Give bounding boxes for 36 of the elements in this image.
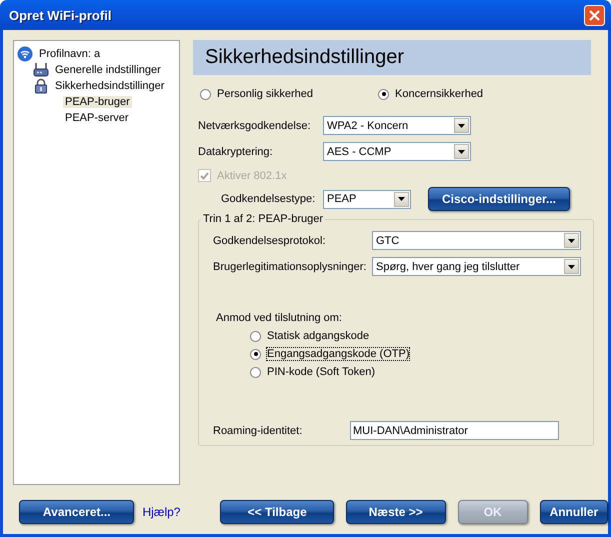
dropdown[interactable]: PEAP [323,190,411,208]
field-label: Godkendelsesprotokol: [213,234,327,246]
dialog-button[interactable]: Annuller [540,500,608,524]
dialog-button[interactable]: Næste >> [346,500,446,524]
dropdown[interactable]: Spørg, hver gang jeg tilslutter [372,257,581,276]
tree-item[interactable]: PEAP-server [63,112,131,124]
dropdown[interactable]: GTC [372,231,581,250]
tree-item[interactable]: Sikkerhedsindstillinger [53,80,166,92]
radio-option[interactable]: Engangsadgangskode (OTP) [250,348,583,360]
window-title: Opret WiFi-profil [9,8,112,22]
dropdown[interactable]: WPA2 - Koncern [323,116,471,135]
radio-option[interactable]: PIN-kode (Soft Token) [250,366,583,378]
section-heading: Sikkerhedsindstillinger [193,40,591,75]
field-label: Roaming-identitet: [213,424,304,436]
radio-option[interactable]: Koncernsikkerhed [378,88,484,100]
advanced-button[interactable]: Avanceret... [19,500,134,524]
tree-item[interactable]: Generelle indstillinger [53,64,163,76]
field-label: Datakryptering: [198,146,274,158]
dialog-button[interactable]: << Tilbage [220,500,334,524]
tree-item[interactable]: PEAP-bruger [63,96,132,108]
close-icon[interactable] [584,4,605,26]
tree-item[interactable]: Profilnavn: a [37,48,102,60]
field-label: Netværksgodkendelse: [198,120,312,132]
cisco-settings-button[interactable]: Cisco-indstillinger... [428,187,570,211]
field-label: Brugerlegitimationsoplysninger: [213,260,368,272]
group-title: Trin 1 af 2: PEAP-bruger [202,213,324,225]
router-icon [33,62,49,78]
wifi-icon [17,46,33,62]
lock-icon [33,78,49,94]
prompt-label: Anmod ved tilslutning om: [216,312,343,324]
help-link[interactable]: Hjælp? [142,505,180,519]
dropdown[interactable]: AES - CCMP [323,142,471,161]
radio-option[interactable]: Statisk adgangskode [250,330,583,342]
radio-option[interactable]: Personlig sikkerhed [200,88,378,100]
roaming-identity-field[interactable]: MUI-DAN\Administrator [350,421,559,440]
field-label: Godkendelsestype: [221,193,316,205]
